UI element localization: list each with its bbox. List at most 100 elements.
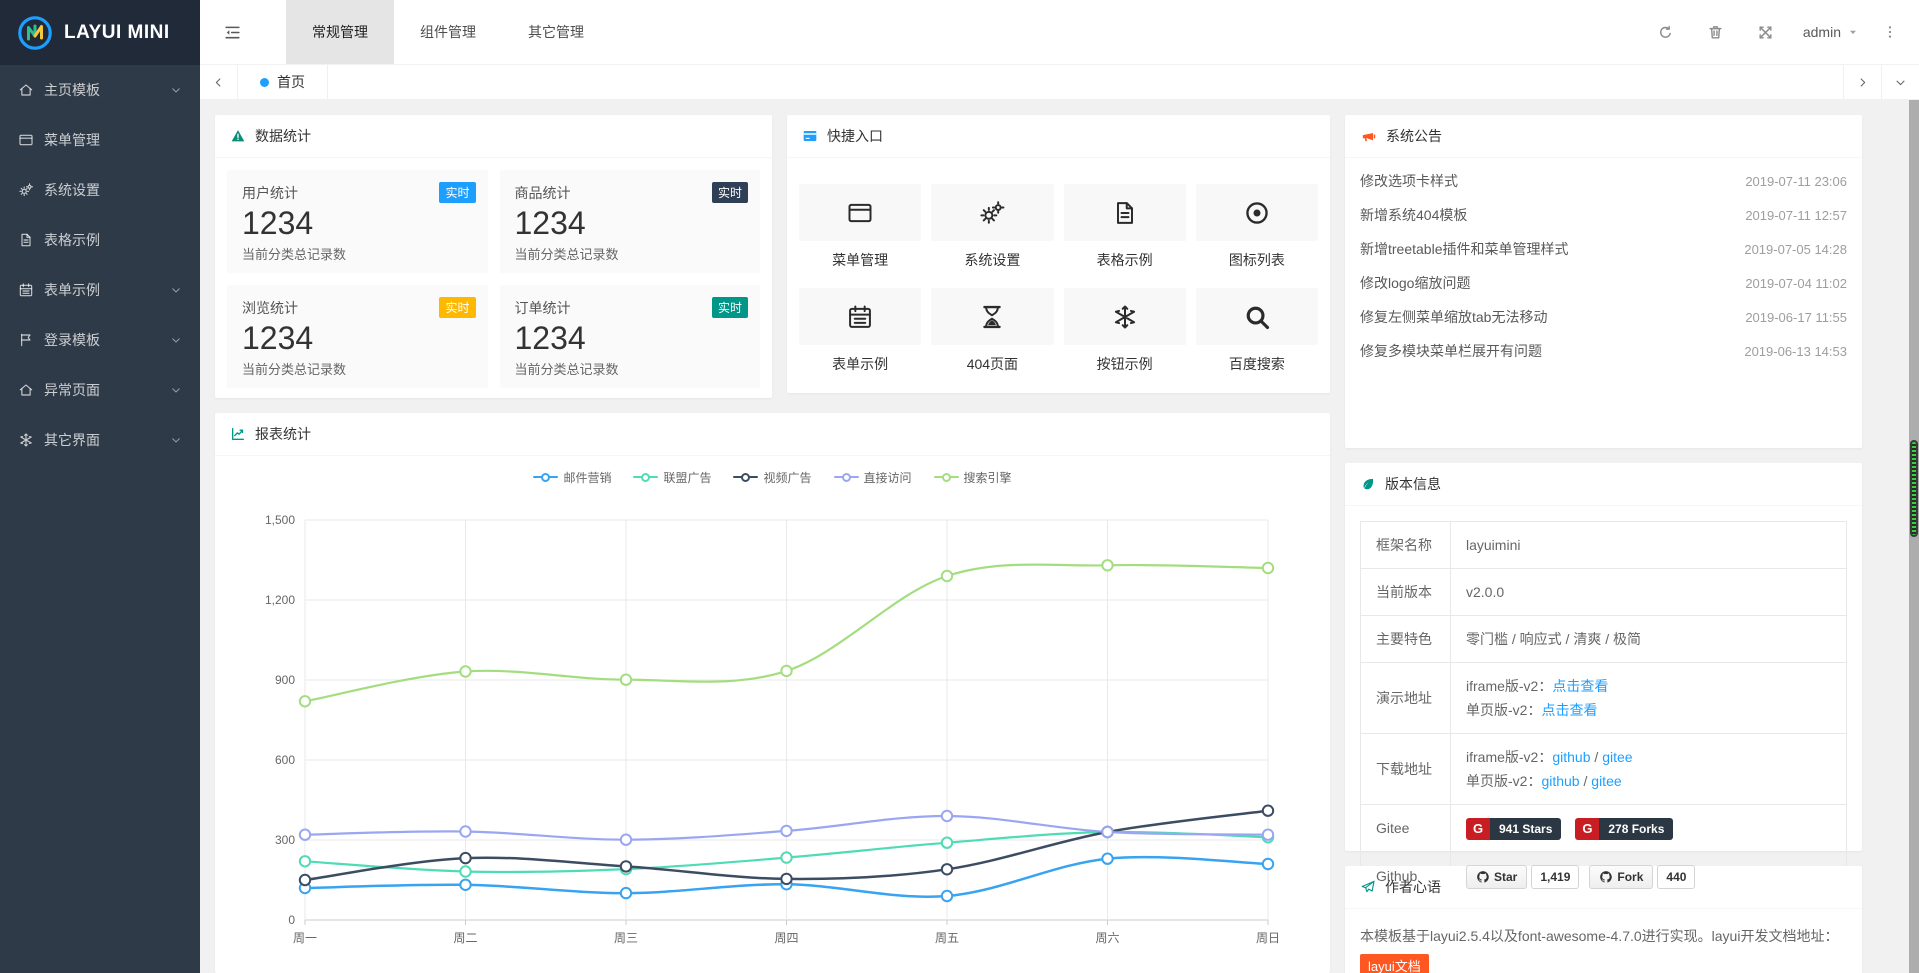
stat-label: 浏览统计	[242, 298, 473, 318]
sidebar-item[interactable]: 系统设置	[0, 165, 200, 215]
sidebar-item[interactable]: 表格示例	[0, 215, 200, 265]
svg-text:1,500: 1,500	[265, 513, 295, 527]
realtime-badge: 实时	[712, 297, 748, 318]
link[interactable]: gitee	[1591, 773, 1621, 789]
quick-entry-表单示例[interactable]: 表单示例	[799, 288, 921, 374]
svg-text:周三: 周三	[614, 931, 638, 945]
quick-entry-404页面[interactable]: 404页面	[931, 288, 1053, 374]
home-icon	[18, 82, 44, 98]
legend-marker	[533, 473, 558, 482]
version-row: 主要特色零门槛 / 响应式 / 清爽 / 极简	[1361, 616, 1847, 663]
announcement-item[interactable]: 修改选项卡样式2019-07-11 23:06	[1345, 164, 1862, 198]
stats-card: 数据统计 用户统计1234当前分类总记录数实时商品统计1234当前分类总记录数实…	[215, 115, 772, 398]
gitee-badge[interactable]: G941 Stars	[1466, 818, 1561, 840]
report-chart: 03006009001,2001,500周一周二周三周四周五周六周日	[230, 490, 1315, 970]
sidebar-item[interactable]: 其它界面	[0, 415, 200, 465]
quick-entry-表格示例[interactable]: 表格示例	[1064, 184, 1186, 270]
sidebar-item-label: 表单示例	[44, 280, 100, 300]
link[interactable]: gitee	[1602, 749, 1632, 765]
announcement-item[interactable]: 修复多模块菜单栏展开有问题2019-06-13 14:53	[1345, 334, 1862, 368]
sidebar-item[interactable]: 菜单管理	[0, 115, 200, 165]
version-row-value: iframe版-v2：点击查看单页版-v2：点击查看	[1451, 663, 1847, 734]
stat-panel: 浏览统计1234当前分类总记录数实时	[227, 285, 488, 388]
sidebar-item[interactable]: 登录模板	[0, 315, 200, 365]
user-menu[interactable]: admin	[1791, 0, 1871, 64]
file-icon	[18, 232, 44, 248]
more-menu-button[interactable]	[1871, 0, 1909, 64]
refresh-button[interactable]	[1641, 0, 1691, 64]
tabstrip-spacer	[328, 65, 1843, 99]
chevron-down-icon	[170, 334, 182, 346]
tab-home[interactable]: 首页	[238, 65, 328, 99]
app-logo[interactable]: LAYUI MINI	[0, 0, 200, 65]
tabs-scroll-right-button[interactable]	[1843, 65, 1881, 99]
layui-doc-badge[interactable]: layui文档	[1360, 954, 1429, 973]
legend-item[interactable]: 搜索引擎	[934, 468, 1012, 486]
sidebar-item[interactable]: 主页模板	[0, 65, 200, 115]
legend-item[interactable]: 邮件营销	[533, 468, 611, 486]
dotcircle-icon	[1196, 184, 1318, 241]
chevron-down-icon	[170, 84, 182, 96]
stat-value: 1234	[515, 205, 746, 242]
stat-value: 1234	[242, 205, 473, 242]
announcement-item[interactable]: 修改logo缩放问题2019-07-04 11:02	[1345, 266, 1862, 300]
tabs-dropdown-button[interactable]	[1881, 65, 1919, 99]
github-count[interactable]: 1,419	[1531, 865, 1579, 889]
quick-entry-百度搜索[interactable]: 百度搜索	[1196, 288, 1318, 374]
chart-legend: 邮件营销 联盟广告 视频广告 直接访问 搜索引擎	[215, 468, 1330, 486]
quick-entry-图标列表[interactable]: 图标列表	[1196, 184, 1318, 270]
sidebar-item[interactable]: 表单示例	[0, 265, 200, 315]
chevron-down-icon	[170, 284, 182, 296]
stat-panel: 用户统计1234当前分类总记录数实时	[227, 170, 488, 273]
quick-entry-菜单管理[interactable]: 菜单管理	[799, 184, 921, 270]
link[interactable]: 点击查看	[1541, 702, 1597, 718]
sidebar-item-label: 主页模板	[44, 80, 100, 100]
scrollbar-thumb[interactable]	[1910, 440, 1918, 537]
announcement-card: 系统公告 修改选项卡样式2019-07-11 23:06新增系统404模板201…	[1345, 115, 1862, 448]
search-icon	[1196, 288, 1318, 345]
legend-item[interactable]: 直接访问	[834, 468, 912, 486]
version-row-value: layuimini	[1451, 522, 1847, 569]
link[interactable]: github	[1541, 773, 1579, 789]
gitee-badge[interactable]: G278 Forks	[1575, 818, 1673, 840]
chevron-right-icon	[1856, 76, 1869, 89]
link[interactable]: 点击查看	[1552, 678, 1608, 694]
kebab-icon	[1882, 24, 1898, 40]
github-fork-button[interactable]: Fork	[1589, 865, 1653, 889]
gitee-icon: G	[1466, 818, 1490, 840]
legend-item[interactable]: 联盟广告	[633, 468, 711, 486]
header-tab[interactable]: 其它管理	[502, 0, 610, 64]
header-tab[interactable]: 组件管理	[394, 0, 502, 64]
github-star-button[interactable]: Star	[1466, 865, 1527, 889]
app-title: LAYUI MINI	[64, 22, 170, 44]
quick-entry-按钮示例[interactable]: 按钮示例	[1064, 288, 1186, 374]
realtime-badge: 实时	[439, 297, 475, 318]
legend-marker	[934, 473, 959, 482]
username: admin	[1803, 24, 1841, 40]
clear-cache-button[interactable]	[1691, 0, 1741, 64]
sidebar-item[interactable]: 异常页面	[0, 365, 200, 415]
tabs-scroll-left-button[interactable]	[200, 65, 238, 99]
stat-label: 用户统计	[242, 183, 473, 203]
github-count[interactable]: 440	[1657, 865, 1695, 889]
quick-entry-系统设置[interactable]: 系统设置	[931, 184, 1053, 270]
snow-icon	[18, 432, 44, 448]
quick-entry-card: 快捷入口 菜单管理系统设置表格示例图标列表表单示例404页面按钮示例百度搜索	[787, 115, 1330, 393]
chevron-down-icon	[170, 384, 182, 396]
bullhorn-icon	[1360, 128, 1377, 145]
header-tab[interactable]: 常规管理	[286, 0, 394, 64]
legend-item[interactable]: 视频广告	[733, 468, 811, 486]
legend-label: 视频广告	[763, 469, 811, 486]
announcement-item[interactable]: 修复左侧菜单缩放tab无法移动2019-06-17 11:55	[1345, 300, 1862, 334]
sidebar-toggle-button[interactable]	[200, 0, 264, 64]
page-content: 数据统计 用户统计1234当前分类总记录数实时商品统计1234当前分类总记录数实…	[200, 100, 1919, 973]
version-row-value: v2.0.0	[1451, 569, 1847, 616]
announcement-text: 新增系统404模板	[1360, 205, 1467, 225]
report-card-title: 报表统计	[255, 424, 311, 444]
announcement-item[interactable]: 新增系统404模板2019-07-11 12:57	[1345, 198, 1862, 232]
version-row-label: 演示地址	[1361, 663, 1451, 734]
link[interactable]: github	[1552, 749, 1590, 765]
page-scrollbar[interactable]	[1909, 100, 1919, 973]
fullscreen-button[interactable]	[1741, 0, 1791, 64]
announcement-item[interactable]: 新增treetable插件和菜单管理样式2019-07-05 14:28	[1345, 232, 1862, 266]
